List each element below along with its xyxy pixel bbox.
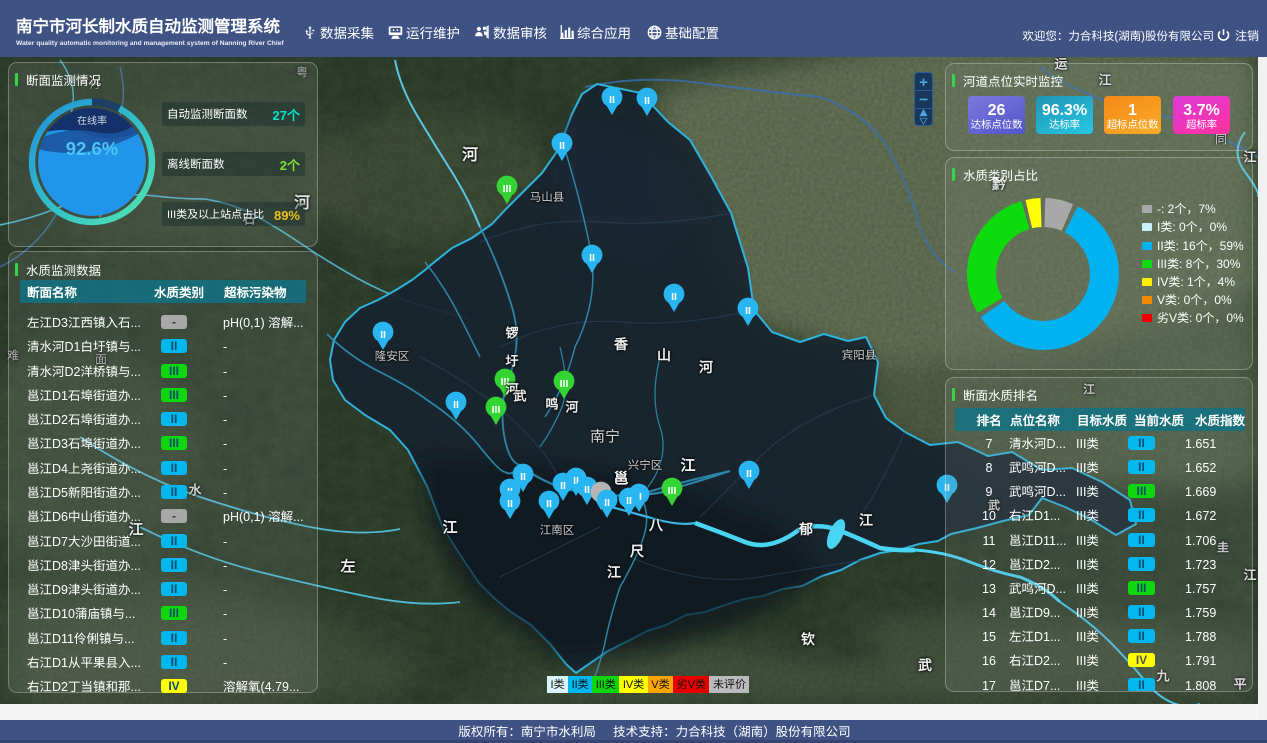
svg-text:II: II: [745, 305, 751, 317]
svg-text:III: III: [560, 378, 569, 390]
svg-text:II: II: [520, 471, 526, 483]
svg-text:II: II: [746, 468, 752, 480]
svg-text:在线率: 在线率: [77, 112, 107, 127]
svg-text:II: II: [559, 140, 565, 152]
svg-text:92.6%: 92.6%: [66, 135, 118, 161]
svg-text:II: II: [453, 399, 459, 411]
svg-text:II: II: [560, 480, 566, 492]
svg-text:II: II: [380, 329, 386, 341]
svg-text:III: III: [668, 485, 677, 497]
svg-text:II: II: [546, 498, 552, 510]
svg-text:II: II: [604, 497, 610, 509]
svg-text:II: II: [589, 252, 595, 264]
svg-text:II: II: [584, 484, 590, 496]
svg-text:III: III: [503, 183, 512, 195]
svg-text:II: II: [507, 498, 513, 510]
svg-text:II: II: [644, 95, 650, 107]
svg-text:III: III: [492, 404, 501, 416]
svg-text:II: II: [626, 495, 632, 507]
svg-text:II: II: [609, 94, 615, 106]
svg-text:II: II: [671, 291, 677, 303]
